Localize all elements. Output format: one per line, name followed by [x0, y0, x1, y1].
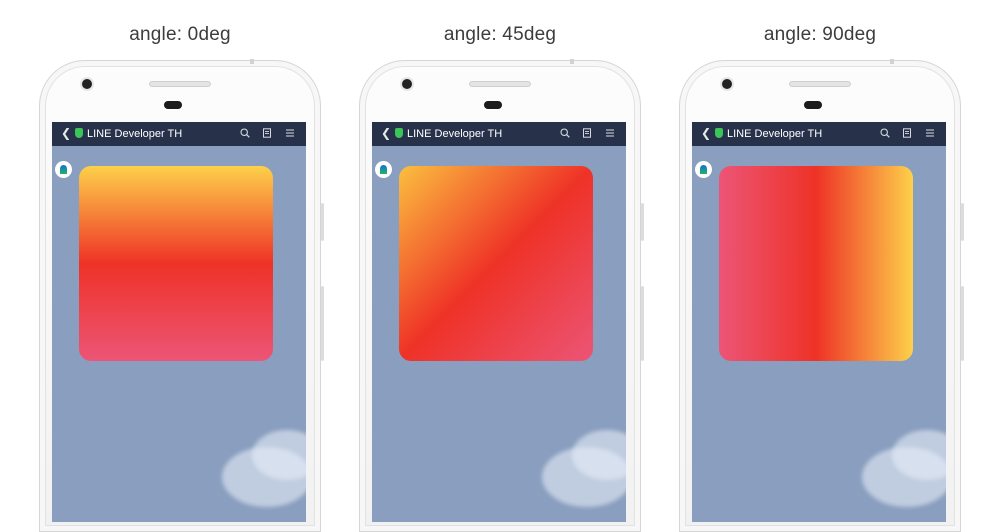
panel-caption: angle: 45deg: [443, 24, 557, 45]
phone-side-button: [321, 203, 324, 241]
phone-side-button: [961, 203, 964, 241]
shield-icon: [715, 128, 723, 138]
front-camera: [402, 79, 412, 89]
front-camera: [82, 79, 92, 89]
chat-header: ❮ LINE Developer TH: [692, 122, 946, 146]
avatar[interactable]: [695, 161, 712, 178]
notes-icon[interactable]: [262, 128, 272, 138]
phone-side-button: [321, 286, 324, 361]
gradient-flex-message[interactable]: [719, 166, 913, 361]
menu-icon[interactable]: [925, 128, 935, 138]
front-camera: [722, 79, 732, 89]
search-icon[interactable]: [880, 128, 890, 138]
notes-icon[interactable]: [902, 128, 912, 138]
chat-title: LINE Developer TH: [407, 128, 503, 140]
earpiece-speaker: [149, 81, 211, 87]
phone-frame: ❮ LINE Developer TH: [679, 59, 964, 532]
phone-frame: ❮ LINE Developer TH: [359, 59, 644, 532]
phone-top-nub: [890, 59, 894, 64]
panel-caption: angle: 90deg: [763, 24, 877, 45]
phone-side-button: [641, 203, 644, 241]
menu-icon[interactable]: [285, 128, 295, 138]
notes-icon[interactable]: [582, 128, 592, 138]
proximity-sensor: [804, 101, 822, 109]
earpiece-speaker: [469, 81, 531, 87]
chat-title: LINE Developer TH: [87, 128, 183, 140]
phone-panel-0deg: angle: 0deg ❮ LINE Developer TH: [35, 0, 325, 532]
proximity-sensor: [484, 101, 502, 109]
phone-side-button: [961, 286, 964, 361]
phone-top-nub: [570, 59, 574, 64]
search-icon[interactable]: [240, 128, 250, 138]
chat-screen: ❮ LINE Developer TH: [372, 122, 626, 522]
phone-frame: ❮ LINE Developer TH: [39, 59, 324, 532]
line-logo-icon: [700, 165, 707, 174]
search-icon[interactable]: [560, 128, 570, 138]
earpiece-speaker: [789, 81, 851, 87]
phone-panel-90deg: angle: 90deg ❮ LINE Developer TH: [675, 0, 965, 532]
chat-screen: ❮ LINE Developer TH: [692, 122, 946, 522]
chat-screen: ❮ LINE Developer TH: [52, 122, 306, 522]
line-logo-icon: [60, 165, 67, 174]
gradient-flex-message[interactable]: [79, 166, 273, 361]
chevron-left-icon[interactable]: ❮: [701, 126, 711, 140]
phone-side-button: [641, 286, 644, 361]
menu-icon[interactable]: [605, 128, 615, 138]
shield-icon: [395, 128, 403, 138]
chevron-left-icon[interactable]: ❮: [381, 126, 391, 140]
chat-header: ❮ LINE Developer TH: [52, 122, 306, 146]
panel-caption: angle: 0deg: [129, 24, 231, 45]
chat-title: LINE Developer TH: [727, 128, 823, 140]
avatar[interactable]: [55, 161, 72, 178]
phone-panel-45deg: angle: 45deg ❮ LINE Developer TH: [355, 0, 645, 532]
line-logo-icon: [380, 165, 387, 174]
avatar[interactable]: [375, 161, 392, 178]
chat-header: ❮ LINE Developer TH: [372, 122, 626, 146]
gradient-flex-message[interactable]: [399, 166, 593, 361]
phone-top-nub: [250, 59, 254, 64]
shield-icon: [75, 128, 83, 138]
proximity-sensor: [164, 101, 182, 109]
chevron-left-icon[interactable]: ❮: [61, 126, 71, 140]
